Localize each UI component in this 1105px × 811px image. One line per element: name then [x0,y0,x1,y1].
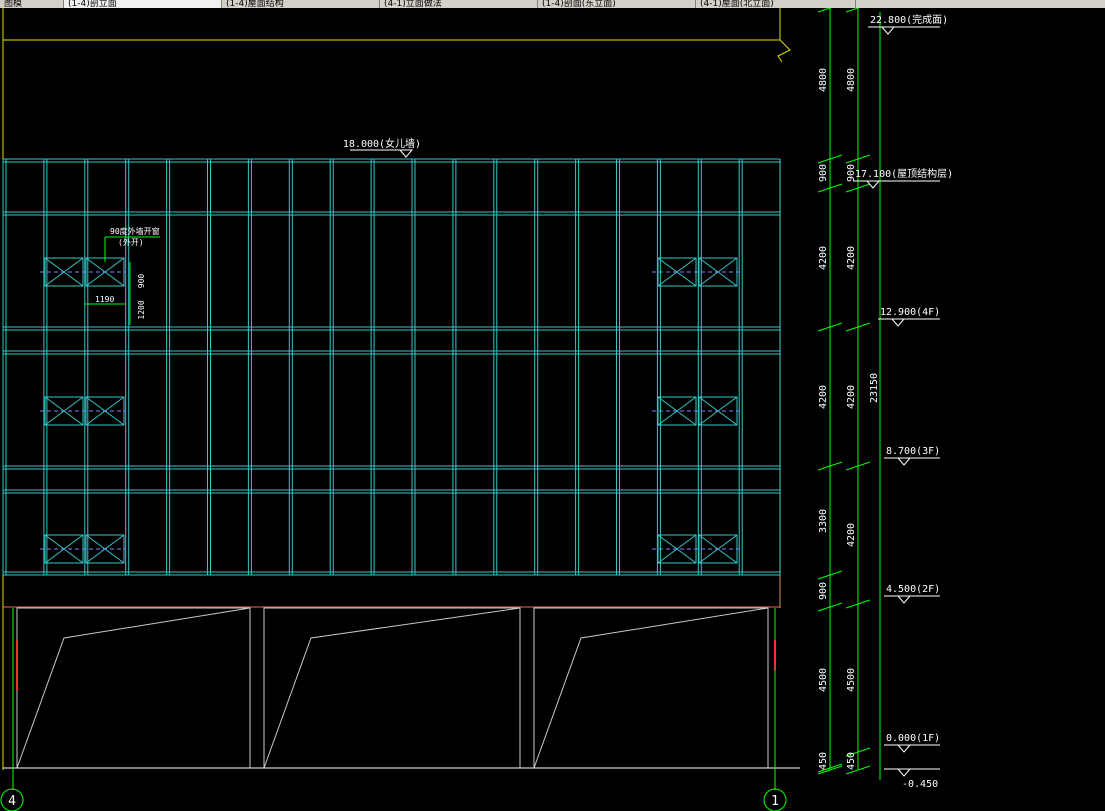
level-triangle [897,768,911,777]
drawing-tab-active[interactable]: (1-4)剖立面 [64,0,222,8]
drawing-tab[interactable]: (1-4)屋面结构 [222,0,380,8]
level-triangle [897,744,911,753]
dim-col2-value: 4500 [846,668,857,692]
level-triangle [891,318,905,327]
axis-red-marks [16,640,776,690]
level-markers [853,26,940,777]
axis-bubble-4: 4 [0,788,24,811]
curtain-wall-grid [2,158,781,576]
dim-col1-value: 4500 [818,668,829,692]
dim-col2-value: 4200 [846,246,857,270]
dim-col2-value: 4200 [846,385,857,409]
window-note-dim-900: 900 [137,274,146,289]
window-note-dim-1190: 1190 [95,295,114,304]
axis-label-1: 1 [771,794,779,809]
level-label: 0.000(1F) [886,733,940,744]
dim-col1-value: 900 [818,582,829,600]
dim-col1-value: 3300 [818,509,829,533]
axis-bubble-1: 1 [763,788,787,811]
window-note-line2: (外开) [118,237,144,247]
drawing-tab[interactable]: (1-4)剖面(东立面) [538,0,696,8]
drawing-tab-bar: 图模 (1-4)剖立面 (1-4)屋面结构 (4-1)立面做法 (1-4)剖面(… [0,0,1105,8]
level-label: 17.100(屋顶结构层) [855,167,953,180]
drawing-tab[interactable]: (4-1)立面做法 [380,0,538,8]
top-elevation-marker [350,149,414,158]
dim-col2-value: 4200 [846,523,857,547]
level-label: 22.800(完成面) [870,13,948,26]
axis-lines [12,608,776,790]
level-label: 12.900(4F) [880,307,940,318]
ground-floor-openings [16,607,769,769]
dim-col1-value: 4200 [818,246,829,270]
dim-col1-value: 900 [818,164,829,182]
dim-col1-value: 4800 [818,68,829,92]
drawing-tab[interactable]: (4-1)屋面(北立面) [696,0,856,8]
window-note-dim-1200: 1200 [137,300,146,319]
level-triangle [881,26,895,35]
level-triangle [897,457,911,466]
dimension-col1: 4800 900 4200 4200 3300 900 4500 450 [818,68,829,770]
level-label: -0.450 [902,779,938,790]
top-elevation-label: 18.000(女儿墙) [343,137,421,150]
window-note-line1: 90度外墙开窗 [110,226,160,236]
cad-drawing-canvas[interactable]: 4 1 18.000(女儿墙) 90度外墙开窗 (外开) 900 1200 11… [0,0,1105,811]
level-label: 8.700(3F) [886,446,940,457]
drawing-tab[interactable]: 图模 [0,0,64,8]
overall-dimension: 23150 [869,373,880,403]
axis-label-4: 4 [8,794,16,809]
dim-col1-value: 4200 [818,385,829,409]
level-label: 4.500(2F) [886,584,940,595]
window-note [85,236,160,325]
dim-col1-value: 450 [818,752,829,770]
parapet-outline [2,8,781,770]
level-triangle [897,595,911,604]
dim-col2-value: 450 [846,752,857,770]
break-line [777,39,791,63]
dim-col2-value: 4800 [846,68,857,92]
